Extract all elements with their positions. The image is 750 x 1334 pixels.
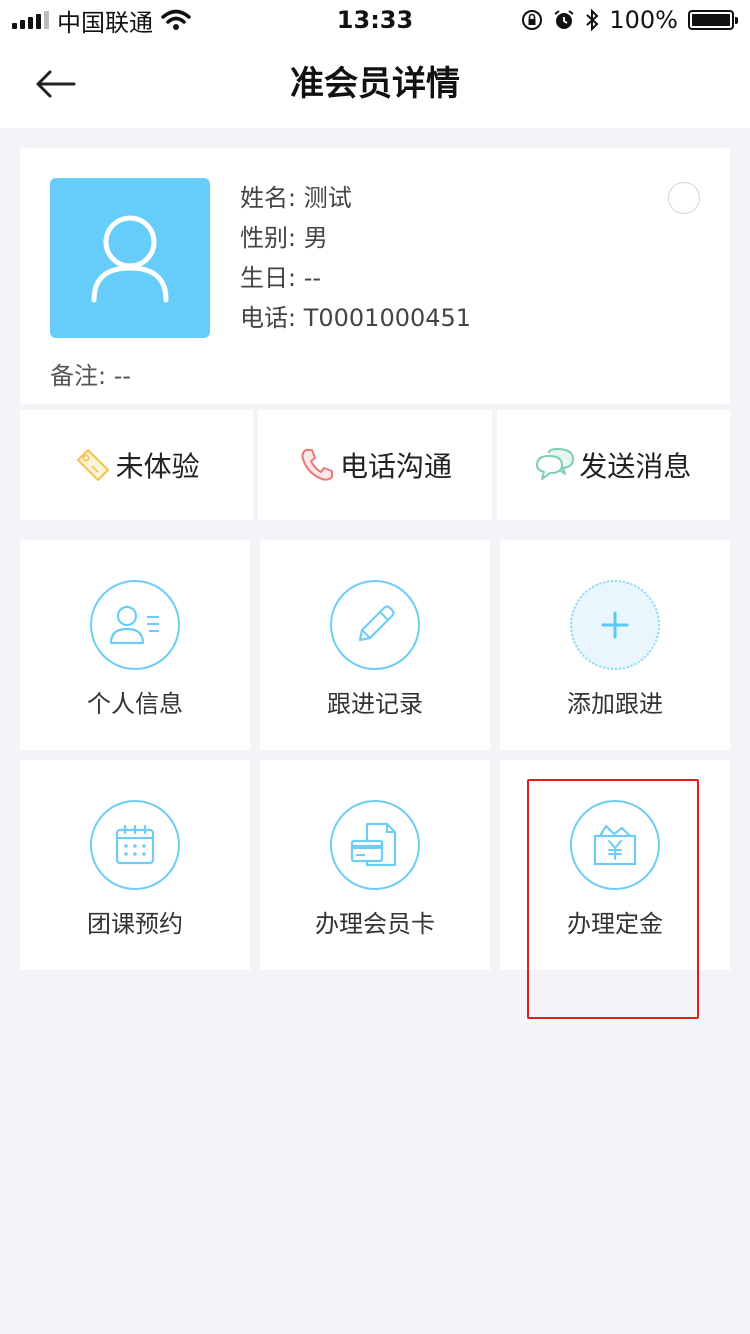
pencil-icon — [358, 605, 395, 642]
trial-status-label: 未体验 — [115, 450, 200, 483]
follow-up-records-label: 跟进记录 — [327, 690, 423, 718]
battery-percent: 100% — [609, 6, 678, 34]
gender-line: 性别: 男 — [240, 224, 328, 252]
action-row: 未体验 电话沟通 发送消息 — [20, 410, 730, 520]
status-bar: 中国联通 13:33 100% — [0, 0, 750, 40]
group-class-icon-wrap — [90, 800, 180, 890]
page-title: 准会员详情 — [290, 64, 460, 104]
member-card-icon — [350, 822, 397, 867]
add-follow-up-icon-wrap — [570, 580, 660, 670]
send-message-label: 发送消息 — [579, 450, 692, 483]
group-class-booking-tile[interactable]: 团课预约 — [20, 760, 250, 970]
status-right: 100% — [521, 0, 738, 40]
select-radio[interactable] — [668, 182, 700, 214]
add-follow-up-tile[interactable]: 添加跟进 — [500, 540, 730, 750]
profile-card: 姓名: 测试 性别: 男 生日: -- 电话: T0001000451 备注: … — [20, 148, 730, 404]
membership-card-tile[interactable]: 办理会员卡 — [260, 760, 490, 970]
name-line: 姓名: 测试 — [240, 184, 352, 212]
alarm-icon — [554, 10, 574, 29]
trial-status-button[interactable]: 未体验 — [20, 410, 254, 520]
phone-line: 电话: T0001000451 — [240, 304, 472, 332]
rotation-lock-icon — [522, 10, 543, 30]
deposit-label: 办理定金 — [567, 910, 663, 938]
deposit-tile[interactable]: 办理定金 — [500, 760, 730, 970]
phone-icon — [301, 449, 333, 481]
function-grid: 个人信息 跟进记录 添加跟进 团课预约 办理会员卡 办理定金 — [20, 540, 730, 980]
battery-icon — [688, 10, 738, 30]
remark-line: 备注: -- — [50, 362, 132, 390]
plus-icon — [601, 611, 629, 639]
bluetooth-icon — [586, 9, 599, 31]
chat-icon — [536, 448, 575, 480]
deposit-yen-icon — [593, 824, 637, 866]
send-message-button[interactable]: 发送消息 — [496, 410, 730, 520]
calendar-icon — [115, 824, 155, 865]
membership-card-icon-wrap — [330, 800, 420, 890]
avatar — [50, 178, 210, 338]
add-follow-up-label: 添加跟进 — [567, 690, 663, 718]
follow-up-records-tile[interactable]: 跟进记录 — [260, 540, 490, 750]
user-avatar-icon — [91, 215, 169, 303]
membership-card-label: 办理会员卡 — [315, 910, 435, 938]
group-class-booking-label: 团课预约 — [87, 910, 183, 938]
deposit-icon-wrap — [570, 800, 660, 890]
phone-call-label: 电话沟通 — [339, 450, 452, 483]
profile-card-icon — [109, 605, 159, 645]
follow-up-records-icon-wrap — [330, 580, 420, 670]
birthday-line: 生日: -- — [240, 264, 322, 292]
nav-bar: 准会员详情 — [0, 40, 750, 128]
personal-info-label: 个人信息 — [87, 690, 183, 718]
tag-icon — [76, 449, 109, 481]
personal-info-icon-wrap — [90, 580, 180, 670]
phone-call-button[interactable]: 电话沟通 — [258, 410, 492, 520]
member-info: 姓名: 测试 性别: 男 生日: -- 电话: T0001000451 — [240, 178, 471, 338]
personal-info-tile[interactable]: 个人信息 — [20, 540, 250, 750]
